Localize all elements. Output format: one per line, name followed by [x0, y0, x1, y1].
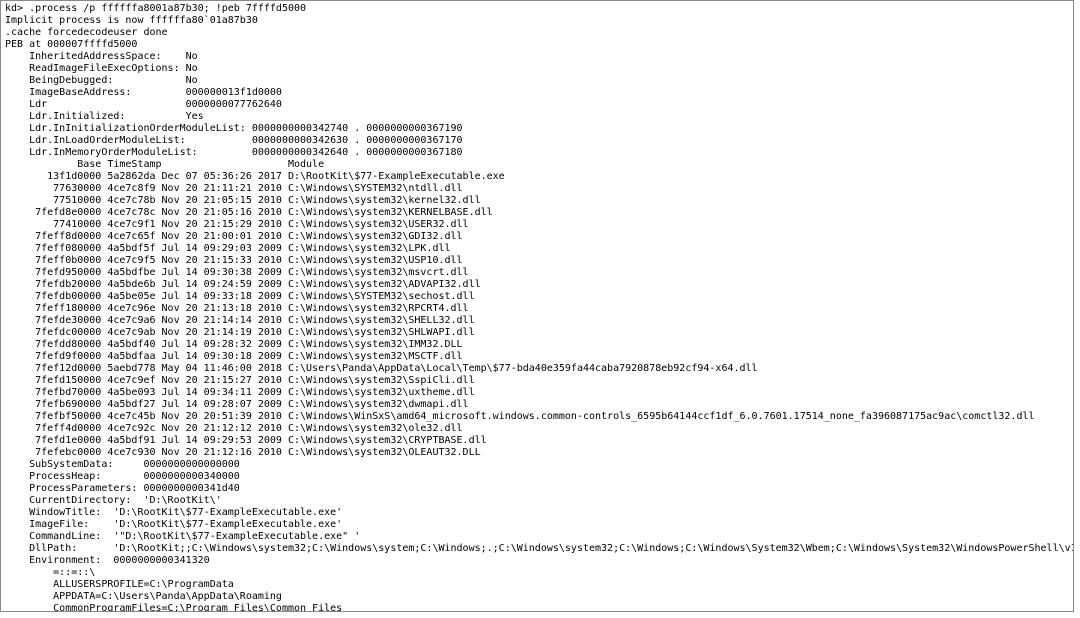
debugger-output: kd> .process /p ffffffa8001a87b30; !peb … — [0, 0, 1074, 612]
